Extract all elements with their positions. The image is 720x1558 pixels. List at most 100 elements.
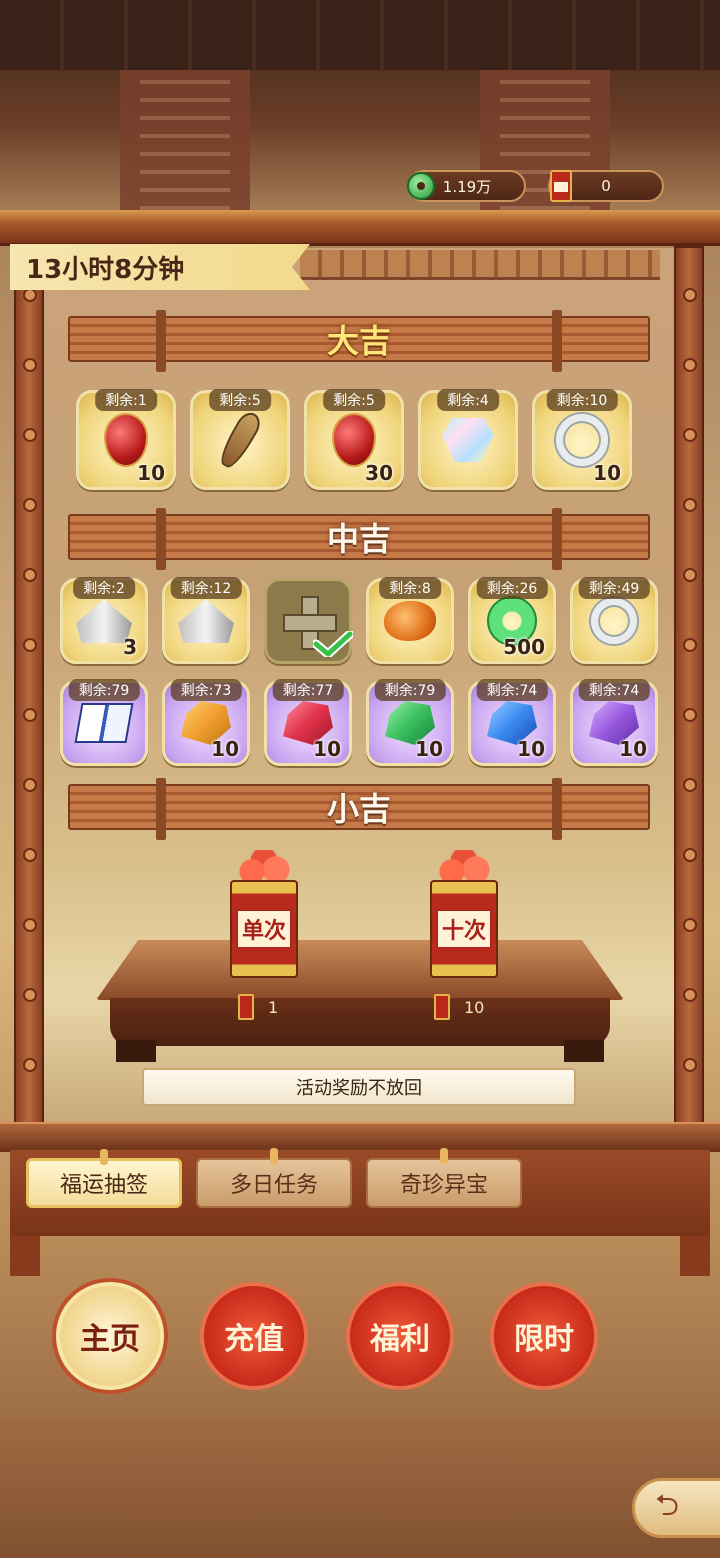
top-rail [300,250,660,280]
prize-card[interactable]: 剩余:5 30 [304,389,404,490]
shelf-leg [10,1236,40,1276]
single-draw-label: 单次 [236,910,291,948]
item-quantity: 10 [211,737,239,761]
item-quantity: 10 [517,737,545,761]
cost-value: 10 [464,997,485,1017]
item-quantity: 10 [137,461,165,485]
event-timer: 13小时8分钟 [10,244,310,290]
prize-card[interactable]: 剩余:12 [162,577,250,664]
prize-card[interactable]: 剩余:73 10 [162,679,250,766]
prize-card[interactable]: 剩余:74 10 [468,679,556,766]
item-quantity: 10 [313,737,341,761]
nav-label: 主页 [80,1322,140,1357]
no-replacement-notice: 活动奖励不放回 [142,1068,576,1106]
tab-treasures[interactable]: 奇珍异宝 [366,1148,522,1208]
pipa-icon [215,408,265,472]
nav-home[interactable]: 主页 [56,1282,164,1390]
altar-table [96,940,624,1062]
prize-card[interactable]: 剩余:10 10 [532,389,632,490]
remain-count: 剩余:26 [476,577,548,599]
remain-count: 剩余:79 [374,679,446,701]
tab-label: 福运抽签 [59,1173,148,1198]
red-gourd-icon [104,413,148,467]
cost-value: 1 [268,997,279,1017]
shelf-leg [680,1236,710,1276]
top-beam [0,210,720,246]
check-icon [313,631,353,657]
tab-label: 多日任务 [229,1173,318,1198]
remain-count: 剩余:74 [476,679,548,701]
remain-count: 剩余:74 [578,679,650,701]
book-icon [74,703,134,743]
game-screen: 1.19万 0 13小时8分钟 大吉 剩余:1 10 剩余:5 剩余:5 30 [0,0,720,1558]
fu-token-icon [434,994,450,1020]
amber-stone-icon [384,601,436,641]
floor [0,1420,720,1558]
tier-banner-zhongji: 中吉 [68,508,650,570]
nav-label: 福利 [370,1322,430,1357]
remain-count: 剩余:8 [379,577,441,599]
nav-label: 限时 [514,1322,574,1357]
prize-card-claimed [264,578,353,664]
prize-card[interactable]: 剩余:8 [366,577,454,664]
tier-title: 大吉 [326,322,391,360]
remain-count: 剩余:73 [170,679,242,701]
crystal-gem-icon [442,418,494,462]
fu-token-amount: 0 [601,177,611,195]
nav-label: 充值 [224,1322,284,1357]
prize-card[interactable]: 剩余:26 500 [468,577,556,664]
ten-draw-cost: 10 [434,994,484,1020]
jade-icon [404,166,438,206]
single-draw-button[interactable]: 单次 [230,850,298,978]
remain-count: 剩余:10 [546,389,618,411]
prize-card[interactable]: 剩余:4 [418,389,518,490]
remain-count: 剩余:5 [209,389,271,411]
prize-card[interactable]: 剩余:5 [190,389,290,490]
tier-banner-xiaoji: 小吉 [68,778,650,840]
tier-banner-daji: 大吉 [68,310,650,372]
ten-draw-label: 十次 [436,910,491,948]
tier-title: 中吉 [326,520,391,558]
remain-count: 剩余:77 [272,679,344,701]
prize-card[interactable]: 剩余:1 10 [76,389,176,490]
tier-title: 小吉 [326,790,391,828]
prize-card[interactable]: 剩余:79 10 [366,679,454,766]
silver-ring-icon [591,598,637,644]
remain-count: 剩余:79 [68,679,140,701]
fu-token-currency: 0 [548,170,664,202]
shelf-top [0,1122,720,1152]
item-quantity: 30 [365,461,393,485]
remain-count: 剩余:5 [323,389,385,411]
nav-recharge[interactable]: 充值 [200,1282,308,1390]
jade-amount: 1.19万 [442,177,492,196]
tab-label: 奇珍异宝 [399,1173,488,1198]
item-quantity: 10 [593,461,621,485]
prize-card[interactable]: 剩余:77 10 [264,679,352,766]
jade-currency: 1.19万 [407,170,526,202]
left-pillar [14,246,44,1126]
back-arrow-icon: ⮌ [655,1487,680,1523]
fu-token-icon [238,994,254,1020]
nav-benefits[interactable]: 福利 [346,1282,454,1390]
remain-count: 剩余:1 [95,389,157,411]
ceiling-decor [0,0,720,70]
prize-card[interactable]: 剩余:74 10 [570,679,658,766]
item-quantity: 10 [619,737,647,761]
tab-fortune-draw[interactable]: 福运抽签 [26,1149,182,1208]
prize-card[interactable]: 剩余:2 3 [60,577,148,664]
nav-limited[interactable]: 限时 [490,1282,598,1390]
tent-icon [178,599,234,643]
tab-daily-tasks[interactable]: 多日任务 [196,1148,352,1208]
back-button[interactable]: ⮌ [632,1478,720,1538]
silver-ring-icon [556,414,608,466]
right-pillar [674,246,704,1126]
ten-draw-button[interactable]: 十次 [430,850,498,978]
item-quantity: 500 [503,635,545,659]
prize-card[interactable]: 剩余:79 [60,679,148,766]
remain-count: 剩余:49 [578,577,650,599]
red-gourd-icon [332,413,376,467]
wall-panel [120,70,250,220]
prize-card[interactable]: 剩余:49 [570,577,658,664]
single-draw-cost: 1 [238,994,278,1020]
remain-count: 剩余:4 [437,389,499,411]
